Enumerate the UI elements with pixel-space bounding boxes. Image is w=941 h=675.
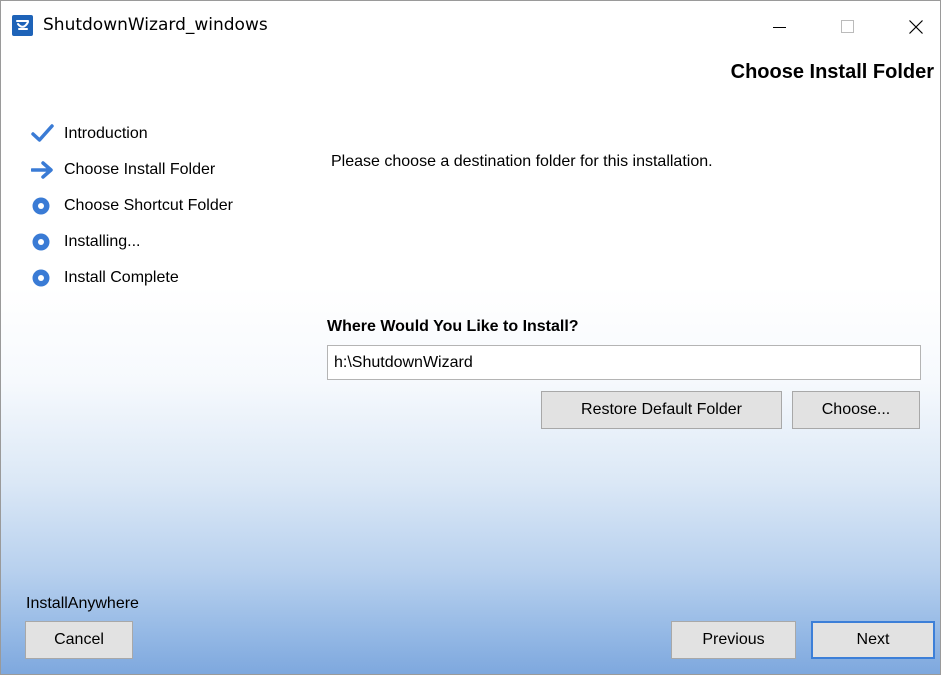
instruction-text: Please choose a destination folder for t…	[331, 153, 713, 170]
bullet-icon	[31, 231, 54, 253]
minimize-button[interactable]	[756, 1, 802, 52]
close-icon	[909, 20, 923, 34]
maximize-button[interactable]	[824, 1, 870, 52]
step-label: Choose Install Folder	[64, 161, 216, 178]
window-title: ShutdownWizard_windows	[43, 15, 268, 35]
install-location-label: Where Would You Like to Install?	[327, 318, 579, 335]
bullet-icon	[31, 267, 54, 289]
step-install-complete: Install Complete	[31, 260, 233, 296]
step-choose-shortcut-folder: Choose Shortcut Folder	[31, 188, 233, 224]
step-label: Choose Shortcut Folder	[64, 197, 233, 214]
arrow-right-icon	[31, 159, 54, 181]
bullet-icon	[31, 195, 54, 217]
page-title: Choose Install Folder	[730, 61, 934, 83]
step-list: Introduction Choose Install Folder Choos…	[31, 116, 233, 296]
step-introduction: Introduction	[31, 116, 233, 152]
step-installing: Installing...	[31, 224, 233, 260]
close-button[interactable]	[892, 1, 938, 52]
minimize-icon	[773, 27, 786, 28]
installer-body: Choose Install Folder Introduction Choos…	[1, 52, 940, 674]
step-label: Install Complete	[64, 269, 179, 286]
restore-default-folder-button[interactable]: Restore Default Folder	[541, 391, 782, 429]
cancel-button[interactable]: Cancel	[25, 621, 133, 659]
checkmark-icon	[31, 123, 54, 145]
step-choose-install-folder: Choose Install Folder	[31, 152, 233, 188]
step-label: Introduction	[64, 125, 148, 142]
maximize-icon	[841, 20, 854, 33]
installer-window: ShutdownWizard_windows Choose Install Fo…	[0, 0, 941, 675]
title-bar[interactable]: ShutdownWizard_windows	[1, 1, 940, 52]
installer-app-icon	[12, 15, 33, 36]
brand-label: InstallAnywhere	[26, 595, 139, 612]
next-button[interactable]: Next	[811, 621, 935, 659]
install-path-input[interactable]	[327, 345, 921, 380]
choose-folder-button[interactable]: Choose...	[792, 391, 920, 429]
previous-button[interactable]: Previous	[671, 621, 796, 659]
step-label: Installing...	[64, 233, 141, 250]
